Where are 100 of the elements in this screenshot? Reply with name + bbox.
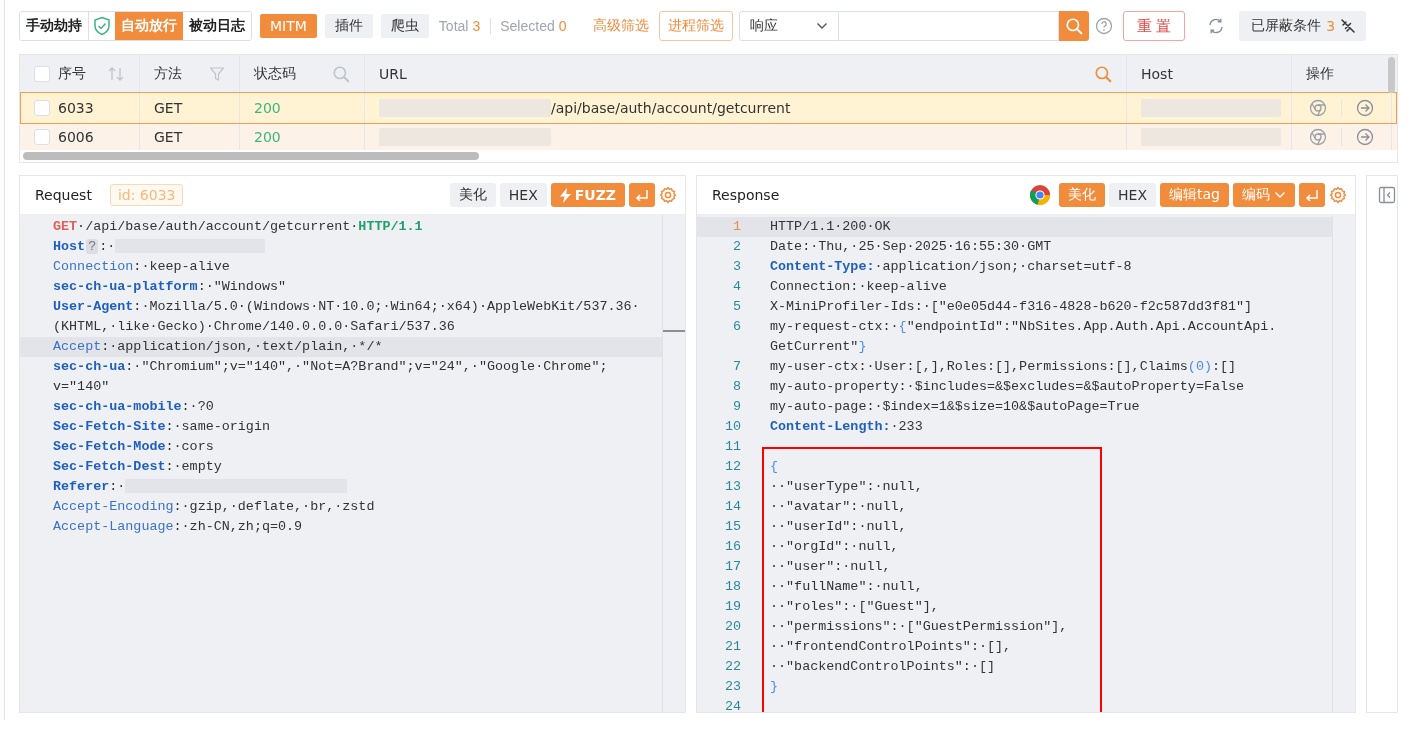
arrow-right-circle-icon[interactable] <box>1356 128 1374 146</box>
line-number: 10 <box>723 418 741 436</box>
table-cell: 200 <box>254 129 281 145</box>
line-number: 15 <box>723 518 741 536</box>
code-text: sec-ch-ua-platform:·"Windows" <box>53 278 288 296</box>
code-text: sec-ch-ua:·"Chromium";v="140",·"Not=A?Brand";v="24",·"Google·Chrome"; v="140" <box>53 358 609 396</box>
reset-button[interactable]: 重 置 <box>1122 11 1186 41</box>
table-row[interactable]: 6033 GET 200 /api/base/auth/account/getcurrent <box>20 92 1397 124</box>
code-text: ··"fullName":·null, <box>770 578 924 596</box>
code-text: Accept:·application/json,·text/plain,·*/* <box>53 338 384 356</box>
column-header[interactable]: URL <box>379 65 407 82</box>
line-number: 20 <box>723 618 741 636</box>
code-text: Connection:·keep-alive <box>770 278 948 296</box>
settings-icon[interactable] <box>659 186 677 204</box>
browser-icon[interactable] <box>1309 99 1327 117</box>
code-text: sec-ch-ua-mobile:·?0 <box>53 398 215 416</box>
code-text: ··"orgId":·null, <box>770 538 900 556</box>
code-text: Content-Length:·233 <box>770 418 924 436</box>
line-number: 22 <box>723 658 741 676</box>
table-cell: 200 <box>254 100 281 116</box>
browser-icon[interactable] <box>1309 128 1327 146</box>
vertical-scrollbar[interactable] <box>662 215 685 712</box>
search-button[interactable] <box>1058 11 1089 41</box>
panel-title: Request <box>35 187 92 203</box>
search-icon <box>332 64 350 83</box>
line-number: 13 <box>723 478 741 496</box>
tool-button[interactable]: 爬虫 <box>380 14 429 38</box>
line-number: 21 <box>723 638 741 656</box>
selected-label: Selected <box>500 18 555 34</box>
wrap-icon <box>1305 189 1319 201</box>
code-text: ··"backendControlPoints":·[] <box>770 658 996 676</box>
code-text: Sec-Fetch-Site:·same-origin <box>53 418 271 436</box>
code-text: Date:·Thu,·25·Sep·2025·16:55:30·GMT <box>770 238 1053 256</box>
column-header[interactable]: Host <box>1141 65 1173 82</box>
checkbox[interactable] <box>34 129 50 145</box>
total-label: Total <box>438 18 469 34</box>
table-cell: GET <box>154 100 183 116</box>
chrome-icon[interactable] <box>1029 184 1052 206</box>
code-text: my-auto-property:·$includes=&$excludes=&$autoProperty=False <box>770 378 1246 396</box>
code-text: Sec-Fetch-Dest:·empty <box>53 458 223 476</box>
code-text: ··"user":·null, <box>770 558 892 576</box>
code-text: User-Agent:·Mozilla/5.0·(Windows·NT·10.0;·Win64;·x64)·AppleWebKit/537.36· (KHTML,·like·Gecko)·Chrome/140.0.0.0·Safari/537.36 <box>53 298 641 336</box>
table-row[interactable]: 6006 GET 200 <box>20 124 1397 150</box>
line-number: 24 <box>723 698 741 712</box>
sidebar-collapse-icon[interactable] <box>1378 186 1396 204</box>
code-text: Accept-Language:·zh-CN,zh;q=0.9 <box>53 518 304 536</box>
help-icon[interactable] <box>1094 17 1113 35</box>
table-cell: GET <box>154 129 183 145</box>
wrap-button[interactable] <box>1299 183 1325 207</box>
code-text: my-auto-page:·$index=1&$size=10&$autoPage=True <box>770 398 1141 416</box>
line-number: 18 <box>723 578 741 596</box>
code-text: HTTP/1.1·200·OK <box>770 218 892 236</box>
line-number: 17 <box>723 558 741 576</box>
line-number: 19 <box>723 598 741 616</box>
code-text: ··"frontendControlPoints":·[], <box>770 638 1013 656</box>
filter-icon <box>209 65 225 82</box>
refresh-icon[interactable] <box>1207 17 1226 35</box>
line-number: 23 <box>723 678 741 696</box>
code-text: Connection:·keep-alive <box>53 258 231 276</box>
search-icon <box>1094 64 1112 83</box>
caret-icon <box>1274 191 1286 199</box>
search-field[interactable] <box>838 11 1059 41</box>
wrap-button[interactable] <box>629 183 655 207</box>
column-header[interactable]: 方法 <box>154 64 182 83</box>
horizontal-scrollbar[interactable] <box>23 152 479 160</box>
scope-select[interactable]: 响应 <box>738 11 839 41</box>
column-header[interactable]: 状态码 <box>254 64 296 83</box>
line-number: 8 <box>731 378 741 396</box>
code-text: ··"userId":·null, <box>770 518 908 536</box>
code-text: my-request-ctx:·{"endpointId":"NbSites.App.Auth.Api.AccountApi. GetCurrent"} <box>770 318 1278 356</box>
line-number: 3 <box>731 258 741 276</box>
toolbar-button[interactable]: HEX <box>499 183 547 207</box>
search-icon <box>1064 17 1083 35</box>
shield-check-icon <box>93 16 111 36</box>
line-number: 9 <box>731 398 741 416</box>
wrap-icon <box>635 189 649 201</box>
line-number: 11 <box>723 438 741 456</box>
column-header[interactable]: 操作 <box>1306 64 1334 83</box>
sort-icon <box>107 65 125 82</box>
code-text: } <box>770 678 780 696</box>
toolbar-button[interactable]: HEX <box>1109 183 1157 207</box>
toolbar-button[interactable]: 美化 <box>449 183 496 207</box>
column-header[interactable]: 序号 <box>58 64 86 83</box>
vertical-scrollbar[interactable] <box>1388 57 1395 93</box>
tool-button[interactable]: 插件 <box>324 14 373 38</box>
panel-title: Response <box>712 187 780 203</box>
code-text: ··"roles":·["Guest"], <box>770 598 940 616</box>
line-number: 16 <box>723 538 741 556</box>
checkbox[interactable] <box>34 65 50 82</box>
code-text: Accept-Encoding:·gzip,·deflate,·br,·zstd <box>53 498 376 516</box>
checkbox[interactable] <box>34 100 50 116</box>
code-text: GET·/api/base/auth/account/getcurrent·HTTP/1.1 <box>53 218 424 236</box>
settings-icon[interactable] <box>1329 186 1347 204</box>
total-count: 3 <box>472 18 481 34</box>
code-text: Referer:· <box>53 477 662 497</box>
unlink-icon[interactable] <box>1340 18 1357 34</box>
arrow-right-circle-icon[interactable] <box>1356 99 1374 117</box>
table-cell: /api/base/auth/account/getcurrent <box>551 100 791 116</box>
code-text: ··"userType":·null, <box>770 478 924 496</box>
blocked-conditions-button[interactable]: 已屏蔽条件 3 <box>1239 11 1367 41</box>
